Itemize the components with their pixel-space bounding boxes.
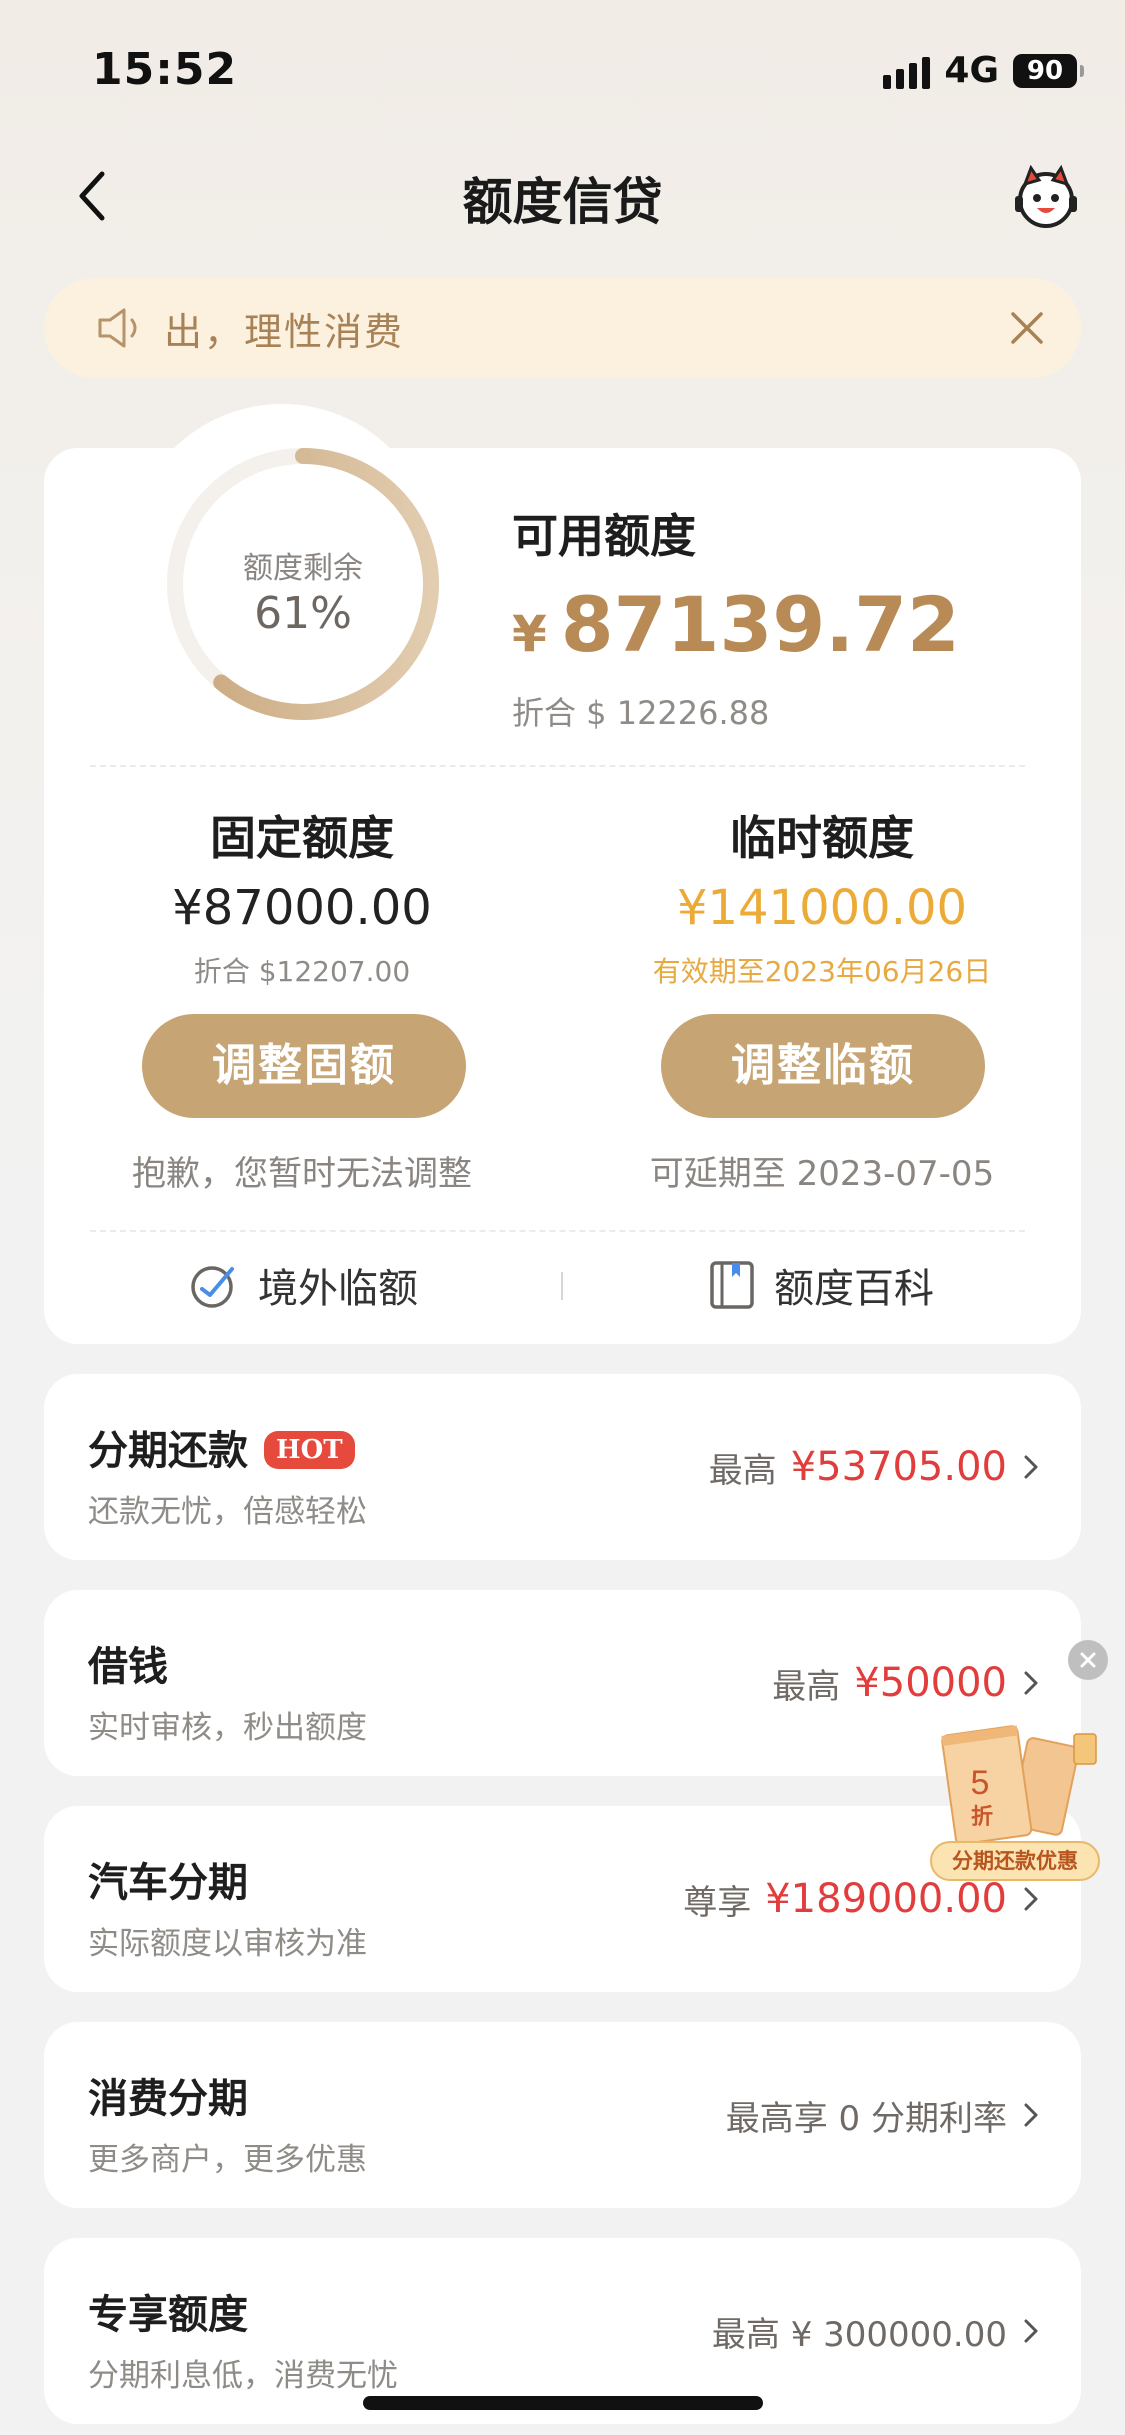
status-icons: 4G 90 [883, 50, 1084, 91]
item-title: 消费分期 [88, 2076, 248, 2122]
adjust-fixed-button[interactable]: 调整固额 [142, 1014, 466, 1118]
item-right: 最高 ¥53705.00 [709, 1374, 1041, 1560]
currency-symbol: ¥ [512, 605, 547, 663]
list-item-car-installment[interactable]: 汽车分期 实际额度以审核为准 尊享 ¥189000.00 [44, 1806, 1081, 1992]
chevron-right-icon [1024, 2103, 1038, 2127]
notice-close-button[interactable] [1005, 306, 1049, 350]
chevron-right-icon [1024, 2319, 1038, 2343]
divider [90, 765, 1025, 767]
fixed-credit-title: 固定额度 [210, 811, 394, 865]
item-value: ¥50000 [854, 1660, 1007, 1706]
item-value: ¥189000.00 [765, 1876, 1007, 1922]
temp-credit-note: 可延期至 2023-07-05 [649, 1154, 995, 1194]
overseas-temp-credit-link[interactable]: 境外临额 [188, 1255, 418, 1315]
fixed-credit-usd: 折合 $12207.00 [193, 955, 411, 988]
status-bar: 15:52 4G 90 [0, 0, 1125, 140]
list-item-consumer-installment[interactable]: 消费分期 更多商户，更多优惠 最高享 0 分期利率 [44, 2022, 1081, 2208]
item-subtitle: 更多商户，更多优惠 [88, 2142, 367, 2178]
network-type: 4G [944, 50, 999, 91]
divider [90, 1230, 1025, 1232]
chevron-right-icon [1024, 1887, 1038, 1911]
ring-percent: 61% [254, 588, 352, 639]
ring-label: 额度剩余 [243, 551, 363, 586]
chevron-right-icon [1024, 1455, 1038, 1479]
mascot-service-icon[interactable] [1011, 162, 1081, 232]
item-plain-text: 最高享 0 分期利率 [725, 2098, 1007, 2139]
adjust-temp-button[interactable]: 调整临额 [661, 1014, 985, 1118]
speaker-icon [98, 308, 137, 348]
available-amount-value: 87139.72 [560, 580, 960, 669]
temp-credit-title: 临时额度 [730, 811, 914, 865]
item-right: 最高 ¥ 300000.00 [712, 2238, 1041, 2424]
overseas-link-label: 境外临额 [258, 1266, 418, 1312]
home-indicator [363, 2396, 763, 2410]
available-credit-amount: ¥87139.72 [512, 580, 960, 669]
temp-credit-validity: 有效期至2023年06月26日 [652, 955, 992, 988]
promo-close-button[interactable] [1068, 1640, 1108, 1680]
available-credit-usd: 折合 $ 12226.88 [512, 694, 770, 732]
overseas-icon [191, 1266, 234, 1308]
list-item-borrow[interactable]: 借钱 实时审核，秒出额度 最高 ¥50000 [44, 1590, 1081, 1776]
item-right: 最高享 0 分期利率 [726, 2022, 1041, 2208]
item-prefix: 最高 [772, 1666, 841, 1707]
fixed-credit-amount: ¥87000.00 [172, 880, 432, 936]
item-subtitle: 实时审核，秒出额度 [88, 1710, 367, 1746]
app-root: 15:52 4G 90 额度信贷 出，理性消费 额度剩余 61% 可用额度 ¥ … [0, 0, 1125, 2435]
temp-credit-amount: ¥141000.00 [676, 880, 968, 936]
status-time: 15:52 [92, 44, 238, 95]
coupon-icon: 5 折 [941, 1725, 1097, 1846]
chevron-right-icon [1024, 1671, 1038, 1695]
wiki-link-label: 额度百科 [774, 1266, 934, 1312]
battery-icon: 90 [1013, 53, 1084, 88]
item-title: 分期还款 HOT [88, 1418, 355, 1476]
link-separator [561, 1272, 563, 1300]
item-title: 汽车分期 [88, 1860, 248, 1906]
nav-bar: 额度信贷 [0, 140, 1125, 250]
close-icon [1080, 1652, 1096, 1668]
promo-discount: 5 [971, 1764, 990, 1802]
item-subtitle: 还款无忧，倍感轻松 [88, 1494, 367, 1530]
item-prefix: 最高 [708, 1450, 777, 1491]
notice-text: 出，理性消费 [164, 309, 405, 354]
item-prefix: 尊享 [683, 1882, 752, 1923]
item-subtitle: 分期利息低，消费无忧 [88, 2358, 398, 2394]
item-value: ¥53705.00 [790, 1444, 1007, 1490]
item-title: 专享额度 [88, 2292, 248, 2338]
page-title: 额度信贷 [462, 173, 663, 231]
hot-badge: HOT [264, 1431, 355, 1469]
fixed-credit-note: 抱歉，您暂时无法调整 [132, 1154, 472, 1194]
promo-badge[interactable]: 分期还款优惠 [930, 1841, 1100, 1881]
item-plain-text: 最高 ¥ 300000.00 [711, 2314, 1007, 2355]
list-item-installment-repay[interactable]: 分期还款 HOT 还款无忧，倍感轻松 最高 ¥53705.00 [44, 1374, 1081, 1560]
credit-wiki-link[interactable]: 额度百科 [708, 1255, 934, 1315]
notice-bar: 出，理性消费 [44, 278, 1081, 378]
book-icon [710, 1261, 754, 1309]
available-credit-label: 可用额度 [512, 509, 696, 563]
item-title: 借钱 [88, 1644, 168, 1690]
signal-icon [883, 53, 931, 89]
item-title-text: 分期还款 [88, 1428, 248, 1474]
item-subtitle: 实际额度以审核为准 [88, 1926, 367, 1962]
promo-unit: 折 [971, 1805, 993, 1830]
close-icon [1011, 312, 1043, 344]
